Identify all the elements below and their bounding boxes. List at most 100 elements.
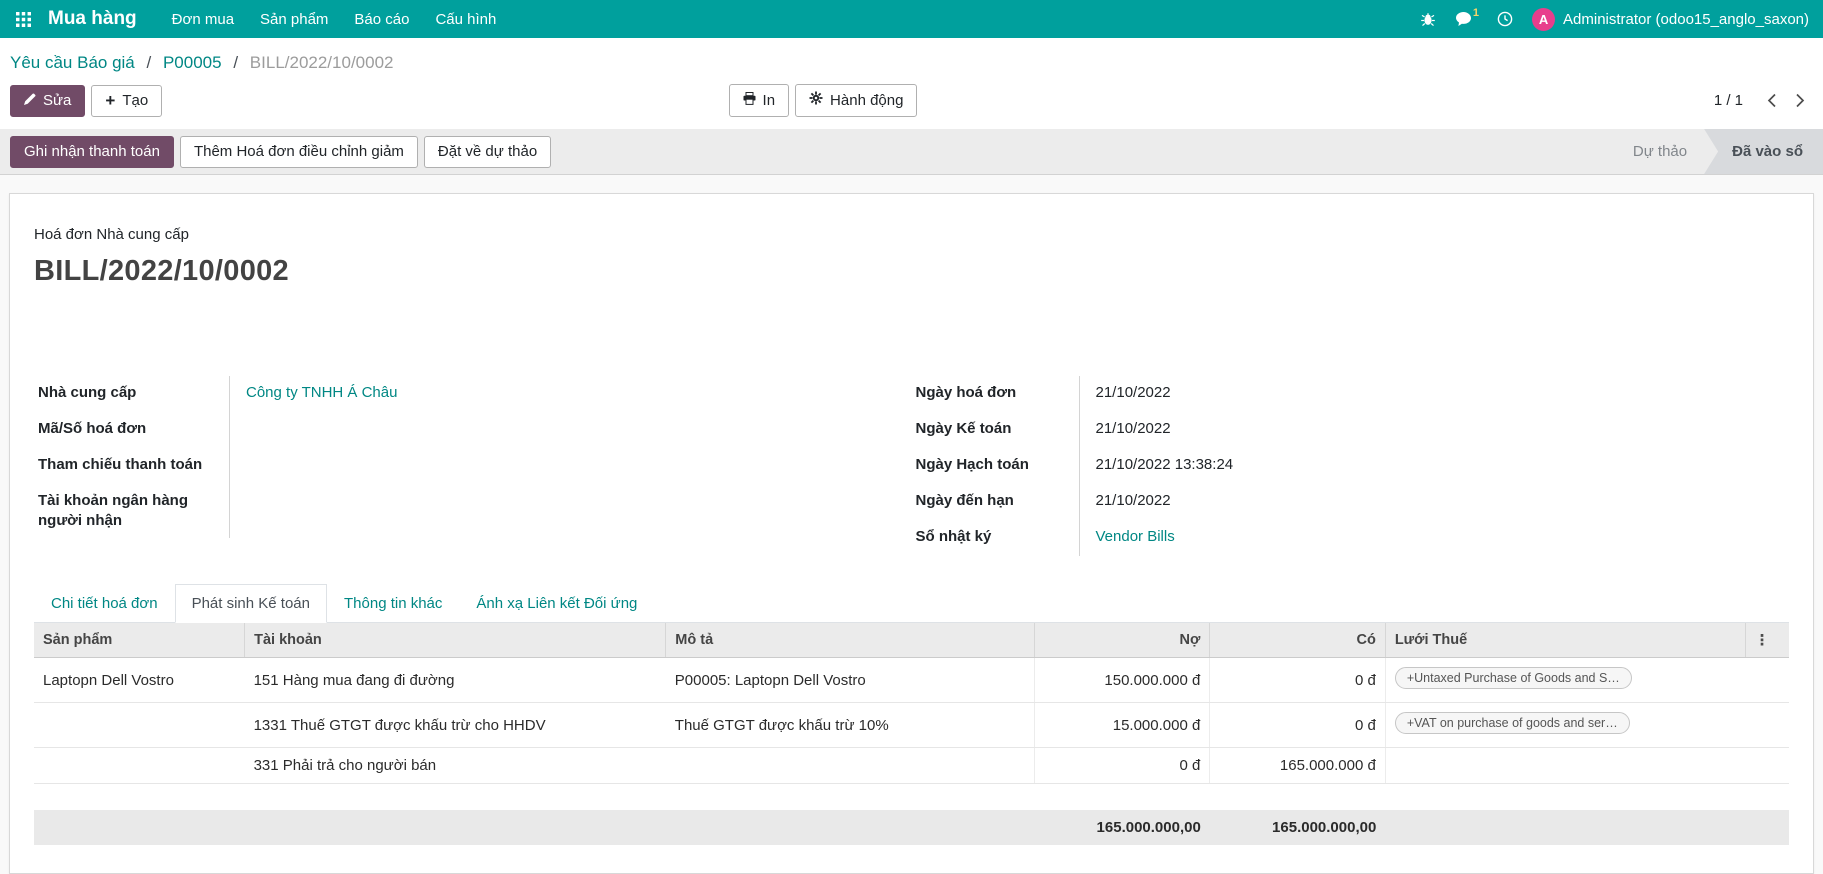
pencil-icon (24, 92, 36, 110)
cell-account: 1331 Thuế GTGT được khấu trừ cho HHDV (245, 703, 666, 748)
cell-account: 151 Hàng mua đang đi đường (245, 658, 666, 703)
bill-reference-value[interactable] (230, 412, 246, 448)
cell-credit: 0 đ (1210, 703, 1386, 748)
breadcrumb-item-rfq[interactable]: Yêu cầu Báo giá (10, 53, 135, 72)
cell-description: Thuế GTGT được khấu trừ 10% (666, 703, 1035, 748)
user-name: Administrator (odoo15_anglo_saxon) (1563, 11, 1809, 28)
table-row[interactable]: 331 Phải trả cho người bán 0 đ 165.000.0… (34, 748, 1789, 784)
control-panel: Sửa + Tạo In (0, 79, 1823, 129)
messages-count-badge: 1 (1473, 7, 1479, 19)
breadcrumb-separator: / (147, 53, 152, 72)
cell-description (666, 748, 1035, 784)
journal-items-table: Sản phẩm Tài khoản Mô tả Nợ Có Lưới Thuế… (34, 623, 1789, 784)
table-row[interactable]: 1331 Thuế GTGT được khấu trừ cho HHDV Th… (34, 703, 1789, 748)
cell-description: P00005: Laptopn Dell Vostro (666, 658, 1035, 703)
tax-tag: +VAT on purchase of goods and ser… (1395, 712, 1630, 734)
breadcrumb-separator: / (233, 53, 238, 72)
avatar: A (1532, 8, 1555, 31)
document-title: BILL/2022/10/0002 (34, 255, 1789, 288)
pager-next-button[interactable] (1793, 91, 1807, 110)
menu-products[interactable]: Sản phẩm (247, 0, 341, 38)
debug-bug-icon[interactable] (1420, 11, 1436, 27)
field-groups: Nhà cung cấp Công ty TNHH Á Châu Mã/Số h… (34, 376, 1789, 556)
status-bar: Ghi nhận thanh toán Thêm Hoá đơn điều ch… (0, 129, 1823, 175)
app-name[interactable]: Mua hàng (48, 8, 137, 30)
control-center: In Hành động (47, 84, 1599, 117)
total-debit: 165.000.000,00 (1034, 810, 1210, 845)
user-menu[interactable]: A Administrator (odoo15_anglo_saxon) (1532, 8, 1809, 31)
cell-credit: 0 đ (1210, 658, 1386, 703)
table-row[interactable]: Laptopn Dell Vostro 151 Hàng mua đang đi… (34, 658, 1789, 703)
gear-icon (809, 91, 823, 110)
pager-count: 1 / 1 (1714, 92, 1743, 109)
field-due-date: Ngày đến hạn 21/10/2022 (912, 484, 1740, 520)
col-header-product[interactable]: Sản phẩm (34, 623, 245, 658)
activities-clock-icon[interactable] (1497, 11, 1513, 27)
field-group-right: Ngày hoá đơn 21/10/2022 Ngày Kế toán 21/… (912, 376, 1790, 556)
cell-product (34, 748, 245, 784)
add-credit-note-button[interactable]: Thêm Hoá đơn điều chỉnh giảm (180, 136, 418, 168)
vendor-link[interactable]: Công ty TNHH Á Châu (246, 384, 397, 401)
cell-account: 331 Phải trả cho người bán (245, 748, 666, 784)
register-payment-button[interactable]: Ghi nhận thanh toán (10, 136, 174, 168)
tax-tag: +Untaxed Purchase of Goods and S… (1395, 667, 1632, 689)
field-journal: Sổ nhật ký Vendor Bills (912, 520, 1740, 556)
col-header-tax-grids[interactable]: Lưới Thuế (1385, 623, 1745, 658)
payment-reference-value[interactable] (230, 448, 246, 484)
journal-link[interactable]: Vendor Bills (1096, 528, 1175, 545)
tab-other-info[interactable]: Thông tin khác (327, 584, 459, 623)
statusbar-buttons: Ghi nhận thanh toán Thêm Hoá đơn điều ch… (10, 136, 551, 168)
field-bill-date: Ngày hoá đơn 21/10/2022 (912, 376, 1740, 412)
tab-journal-items[interactable]: Phát sinh Kế toán (175, 584, 327, 623)
printer-icon (743, 92, 756, 110)
reset-to-draft-button[interactable]: Đặt về dự thảo (424, 136, 551, 168)
recipient-bank-value[interactable] (230, 484, 246, 538)
sheet: Hoá đơn Nhà cung cấp BILL/2022/10/0002 N… (9, 193, 1814, 874)
table-header-row: Sản phẩm Tài khoản Mô tả Nợ Có Lưới Thuế… (34, 623, 1789, 658)
due-date-value[interactable]: 21/10/2022 (1080, 484, 1171, 520)
action-button[interactable]: Hành động (795, 84, 917, 117)
breadcrumb: Yêu cầu Báo giá / P00005 / BILL/2022/10/… (0, 38, 1823, 79)
bill-date-value[interactable]: 21/10/2022 (1080, 376, 1171, 412)
pager: 1 / 1 (1714, 91, 1807, 110)
menu-orders[interactable]: Đơn mua (159, 0, 247, 38)
navbar-right: 1 A Administrator (odoo15_anglo_saxon) (1420, 0, 1809, 38)
breadcrumb-current: BILL/2022/10/0002 (250, 53, 394, 72)
tab-counterpart-mapping[interactable]: Ánh xạ Liên kết Đối ứng (459, 584, 654, 623)
messages-icon[interactable]: 1 (1455, 11, 1478, 27)
optional-columns-icon[interactable]: ⋮ (1755, 632, 1770, 649)
cell-credit: 165.000.000 đ (1210, 748, 1386, 784)
menu-configuration[interactable]: Cấu hình (422, 0, 509, 38)
col-header-credit[interactable]: Có (1210, 623, 1386, 658)
tab-invoice-lines[interactable]: Chi tiết hoá đơn (34, 584, 175, 623)
field-payment-reference: Tham chiếu thanh toán (34, 448, 862, 484)
cell-debit: 0 đ (1034, 748, 1210, 784)
field-posting-date: Ngày Hạch toán 21/10/2022 13:38:24 (912, 448, 1740, 484)
col-header-description[interactable]: Mô tả (666, 623, 1035, 658)
form-view: Hoá đơn Nhà cung cấp BILL/2022/10/0002 N… (0, 175, 1823, 874)
navbar-left: Mua hàng Đơn mua Sản phẩm Báo cáo Cấu hì… (0, 0, 509, 38)
menu-reporting[interactable]: Báo cáo (341, 0, 422, 38)
accounting-date-value[interactable]: 21/10/2022 (1080, 412, 1171, 448)
notebook-tabs: Chi tiết hoá đơn Phát sinh Kế toán Thông… (34, 584, 1789, 623)
state-pipeline: Dự thảo Đã vào sổ (1616, 129, 1823, 174)
print-button[interactable]: In (729, 84, 790, 117)
cell-product: Laptopn Dell Vostro (34, 658, 245, 703)
field-recipient-bank: Tài khoản ngân hàng người nhận (34, 484, 862, 538)
cell-debit: 150.000.000 đ (1034, 658, 1210, 703)
pager-previous-button[interactable] (1765, 91, 1779, 110)
state-posted[interactable]: Đã vào sổ (1704, 129, 1823, 174)
total-credit: 165.000.000,00 (1210, 810, 1386, 845)
breadcrumb-item-p00005[interactable]: P00005 (163, 53, 222, 72)
document-type-label: Hoá đơn Nhà cung cấp (34, 226, 1789, 243)
cell-debit: 15.000.000 đ (1034, 703, 1210, 748)
col-header-account[interactable]: Tài khoản (245, 623, 666, 658)
col-header-debit[interactable]: Nợ (1034, 623, 1210, 658)
grid-icon (16, 12, 31, 27)
field-bill-reference: Mã/Số hoá đơn (34, 412, 862, 448)
apps-menu-icon[interactable] (0, 0, 46, 38)
top-navbar: Mua hàng Đơn mua Sản phẩm Báo cáo Cấu hì… (0, 0, 1823, 38)
cell-product (34, 703, 245, 748)
state-draft[interactable]: Dự thảo (1616, 129, 1704, 174)
posting-date-value[interactable]: 21/10/2022 13:38:24 (1080, 448, 1234, 484)
